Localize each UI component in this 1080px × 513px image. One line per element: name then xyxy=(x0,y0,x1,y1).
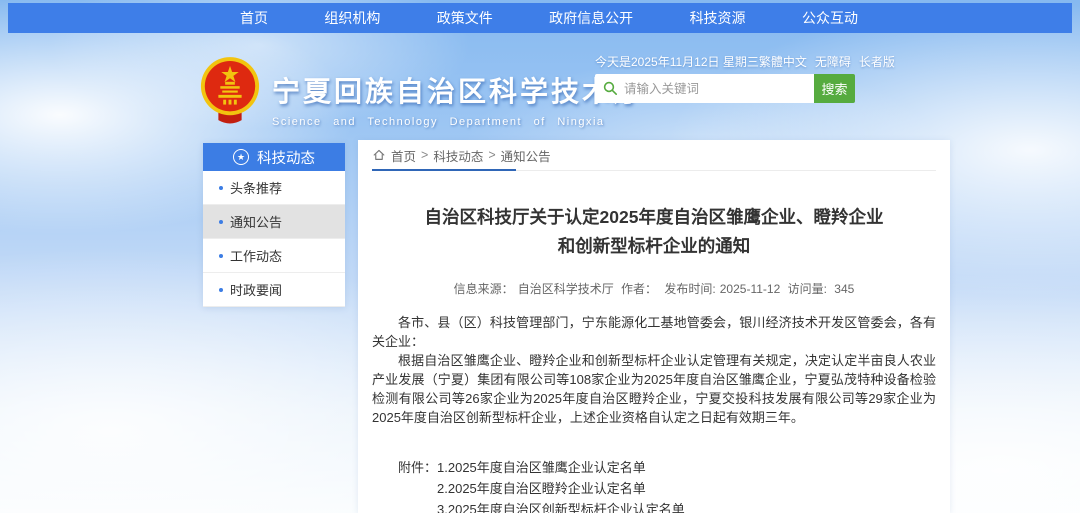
article-paragraph: 各市、县（区）科技管理部门，宁东能源化工基地管委会，银川经济技术开发区管委会，各… xyxy=(372,313,936,351)
meta-publish-date: 2025-11-12 xyxy=(720,282,781,296)
sidebar-list: 头条推荐 通知公告 工作动态 时政要闻 xyxy=(203,171,345,307)
nav-item-home[interactable]: 首页 xyxy=(240,8,268,28)
link-traditional-chinese[interactable]: 繁體中文 xyxy=(759,53,807,70)
breadcrumb-home[interactable]: 首页 xyxy=(391,146,416,165)
meta-author-label: 作者： xyxy=(621,282,657,296)
header-utility-row: 今天是2025年11月12日 星期三 繁體中文 无障碍 长者版 xyxy=(595,53,875,70)
home-icon xyxy=(372,148,386,162)
breadcrumb-separator: > xyxy=(421,148,428,162)
attachments-section: 附件： 1.2025年度自治区雏鹰企业认定名单 2.2025年度自治区瞪羚企业认… xyxy=(398,457,936,513)
search-bar: 搜索 xyxy=(595,74,855,103)
attachment-link-1[interactable]: 1.2025年度自治区雏鹰企业认定名单 xyxy=(437,457,685,478)
attachments-list: 1.2025年度自治区雏鹰企业认定名单 2.2025年度自治区瞪羚企业认定名单 … xyxy=(437,457,685,513)
sidebar-item-work-trends[interactable]: 工作动态 xyxy=(203,239,345,273)
top-navigation: 首页 组织机构 政策文件 政府信息公开 科技资源 公众互动 xyxy=(8,3,1072,33)
sidebar-header[interactable]: ★ 科技动态 xyxy=(203,143,345,171)
page: 首页 组织机构 政策文件 政府信息公开 科技资源 公众互动 宁夏回族自治区科学技… xyxy=(0,0,1080,513)
bullet-icon xyxy=(219,254,223,258)
current-date: 今天是2025年11月12日 星期三 xyxy=(595,53,759,70)
main-content-panel: 首页 > 科技动态 > 通知公告 自治区科技厅关于认定2025年度自治区雏鹰企业… xyxy=(358,140,950,513)
sidebar: ★ 科技动态 头条推荐 通知公告 工作动态 时政要闻 xyxy=(203,143,345,307)
breadcrumb: 首页 > 科技动态 > 通知公告 xyxy=(372,140,936,171)
attachment-link-2[interactable]: 2.2025年度自治区瞪羚企业认定名单 xyxy=(437,478,685,499)
meta-views-label: 访问量: xyxy=(788,282,827,296)
meta-views: 345 xyxy=(834,282,854,296)
nav-item-policy[interactable]: 政策文件 xyxy=(437,8,493,28)
nav-item-organization[interactable]: 组织机构 xyxy=(324,8,380,28)
attachment-link-3[interactable]: 3.2025年度自治区创新型标杆企业认定名单 xyxy=(437,499,685,513)
search-icon xyxy=(603,81,618,96)
article-title-line2: 和创新型标杆企业的通知 xyxy=(372,232,936,261)
link-accessibility[interactable]: 无障碍 xyxy=(815,53,851,70)
article-meta: 信息来源： 自治区科学技术厅 作者： 发布时间: 2025-11-12 访问量: 3… xyxy=(372,280,936,297)
site-subtitle: Science and Technology Department of Nin… xyxy=(272,116,644,128)
star-circle-icon: ★ xyxy=(233,149,249,165)
bullet-icon xyxy=(219,186,223,190)
quick-links: 繁體中文 无障碍 长者版 xyxy=(759,53,895,70)
sidebar-title: 科技动态 xyxy=(257,147,315,168)
site-title-block: 宁夏回族自治区科学技术厅 Science and Technology Depa… xyxy=(272,70,644,128)
breadcrumb-separator: > xyxy=(488,148,495,162)
sidebar-item-label: 工作动态 xyxy=(230,246,282,265)
search-input[interactable] xyxy=(624,82,814,96)
search-button[interactable]: 搜索 xyxy=(814,74,855,103)
sidebar-item-label: 时政要闻 xyxy=(230,280,282,299)
top-navigation-items: 首页 组织机构 政策文件 政府信息公开 科技资源 公众互动 xyxy=(240,8,858,28)
meta-source-label: 信息来源： xyxy=(454,282,514,296)
meta-publish-label: 发布时间: xyxy=(664,282,715,296)
article-title-line1: 自治区科技厅关于认定2025年度自治区雏鹰企业、瞪羚企业 xyxy=(372,203,936,232)
sidebar-item-label: 通知公告 xyxy=(230,212,282,231)
sidebar-item-headlines[interactable]: 头条推荐 xyxy=(203,171,345,205)
breadcrumb-sci-trends[interactable]: 科技动态 xyxy=(433,146,483,165)
bullet-icon xyxy=(219,220,223,224)
nav-item-gov-info[interactable]: 政府信息公开 xyxy=(549,8,633,28)
breadcrumb-notices[interactable]: 通知公告 xyxy=(501,146,551,165)
bullet-icon xyxy=(219,288,223,292)
nav-item-public-interaction[interactable]: 公众互动 xyxy=(802,8,858,28)
site-title: 宁夏回族自治区科学技术厅 xyxy=(272,70,644,110)
link-elderly-version[interactable]: 长者版 xyxy=(859,53,895,70)
article-title: 自治区科技厅关于认定2025年度自治区雏鹰企业、瞪羚企业 和创新型标杆企业的通知 xyxy=(372,203,936,261)
search-input-wrap xyxy=(595,74,814,103)
sidebar-item-notices[interactable]: 通知公告 xyxy=(203,205,345,239)
national-emblem-logo xyxy=(199,56,261,126)
attachments-label: 附件： xyxy=(398,457,437,513)
article-paragraph: 根据自治区雏鹰企业、瞪羚企业和创新型标杆企业认定管理有关规定，决定认定半亩良人农… xyxy=(372,351,936,427)
meta-source: 自治区科学技术厅 xyxy=(518,282,614,296)
nav-item-sci-resources[interactable]: 科技资源 xyxy=(690,8,746,28)
article-body: 各市、县（区）科技管理部门，宁东能源化工基地管委会，银川经济技术开发区管委会，各… xyxy=(372,313,936,427)
breadcrumb-active-underline xyxy=(372,169,516,171)
sidebar-item-current-politics[interactable]: 时政要闻 xyxy=(203,273,345,307)
sidebar-item-label: 头条推荐 xyxy=(230,178,282,197)
